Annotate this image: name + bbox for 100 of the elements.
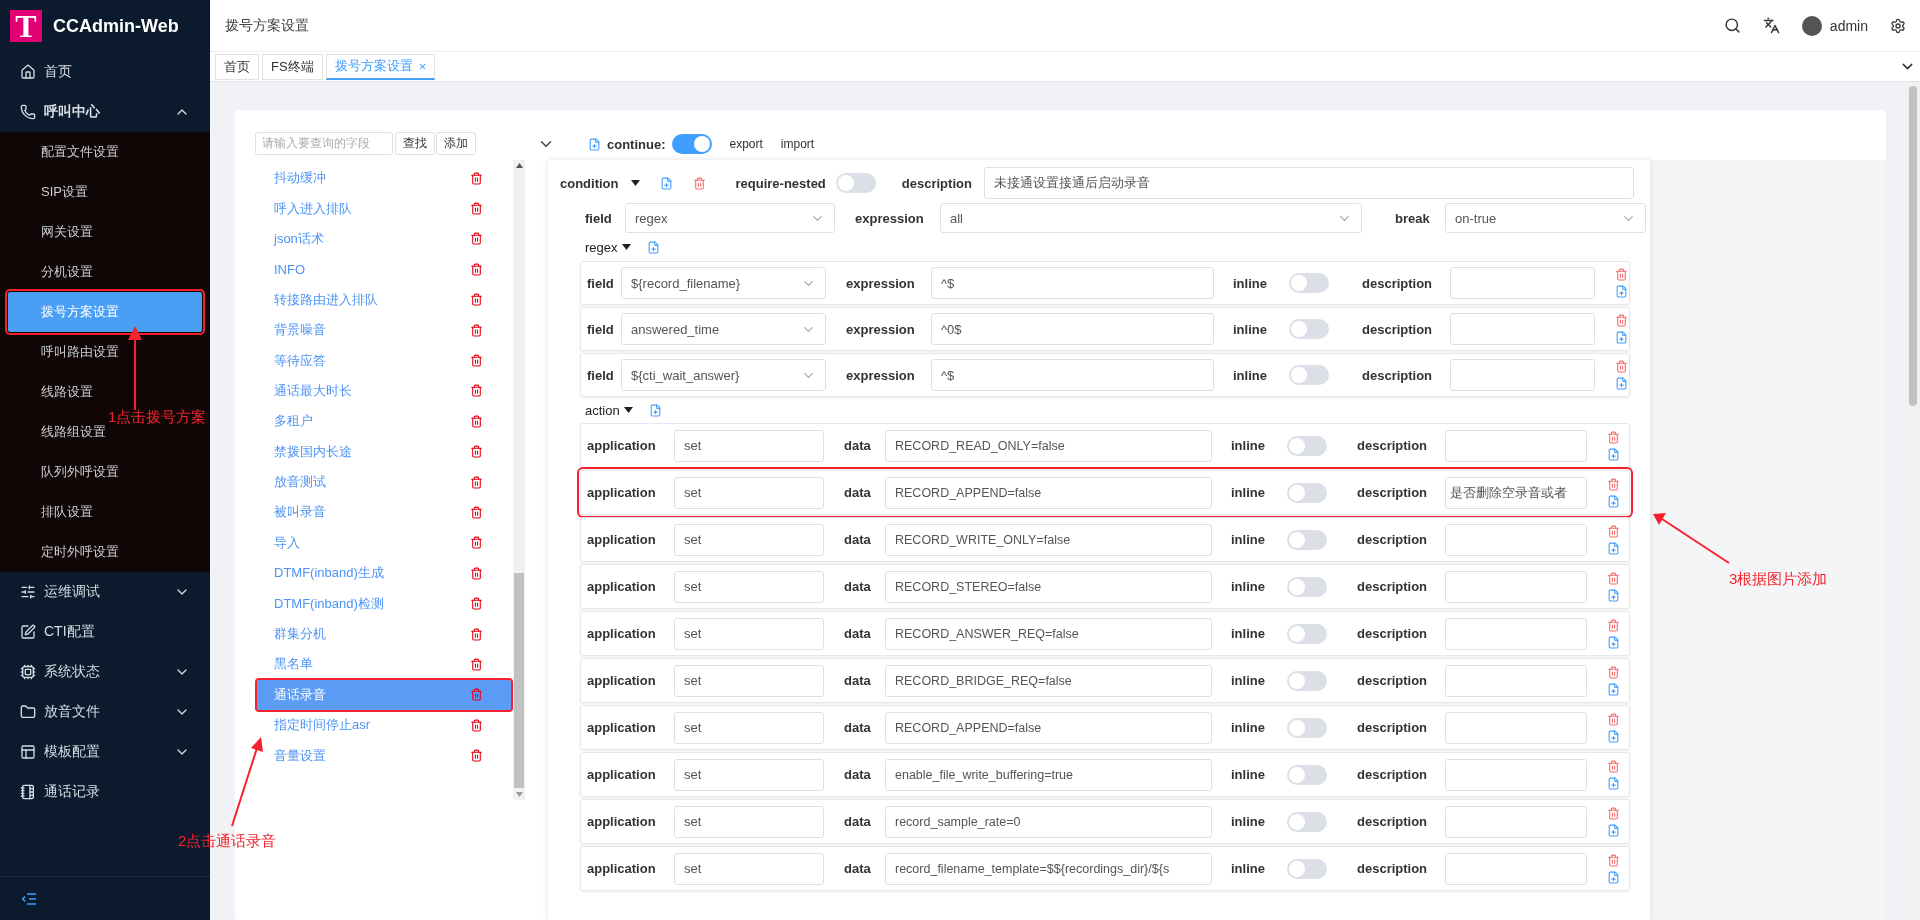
delete-icon[interactable] [470, 749, 483, 763]
caret-icon[interactable] [630, 180, 640, 186]
tab[interactable]: FS终端 [262, 53, 323, 80]
text-field[interactable]: record_filename_template=$${recordings_dir}/${s [885, 852, 1212, 885]
delete-icon[interactable] [1607, 430, 1620, 444]
add-file-icon[interactable] [1615, 331, 1628, 344]
add-file-icon[interactable] [1607, 823, 1620, 837]
text-field[interactable] [1445, 429, 1587, 462]
add-file-icon[interactable] [648, 403, 662, 417]
text-field[interactable]: enable_file_write_buffering=true [885, 758, 1212, 791]
add-file-icon[interactable] [1607, 870, 1620, 884]
sidebar-item[interactable]: 放音文件 [0, 692, 210, 732]
toggle-switch[interactable] [1289, 365, 1329, 385]
text-field[interactable]: 未接通设置接通后启动录音 [983, 167, 1634, 199]
sidebar-subitem[interactable]: 定时外呼设置 [41, 543, 119, 561]
toggle-switch[interactable] [671, 134, 712, 154]
toolbar-button[interactable]: 添加 [436, 132, 476, 155]
toggle-switch[interactable] [1287, 717, 1327, 738]
delete-icon[interactable] [470, 232, 483, 246]
add-file-icon[interactable] [588, 137, 601, 151]
scroll-down-icon[interactable] [515, 792, 523, 797]
search-icon[interactable] [1723, 17, 1741, 34]
delete-icon[interactable] [1615, 268, 1628, 281]
delete-icon[interactable] [470, 566, 483, 580]
sidebar-subitem[interactable]: 网关设置 [41, 223, 93, 241]
delete-icon[interactable] [470, 414, 483, 428]
text-field[interactable] [1445, 617, 1587, 650]
translate-icon[interactable] [1762, 17, 1780, 34]
toggle-switch[interactable] [1289, 319, 1329, 339]
avatar[interactable] [1801, 15, 1822, 36]
text-field[interactable] [1450, 267, 1595, 299]
delete-icon[interactable] [470, 688, 483, 702]
tab[interactable]: 首页 [215, 53, 259, 80]
text-field[interactable] [1450, 313, 1595, 345]
sidebar-subitem[interactable]: 分机设置 [41, 263, 93, 281]
text-field[interactable]: RECORD_APPEND=false [885, 476, 1212, 509]
text-field[interactable] [1445, 570, 1587, 603]
add-file-icon[interactable] [1607, 494, 1620, 508]
text-field[interactable]: set [674, 664, 824, 697]
text-field[interactable]: set [674, 805, 824, 838]
delete-icon[interactable] [1607, 477, 1620, 491]
toolbar-button[interactable]: 查找 [395, 132, 435, 155]
select-field[interactable]: answered_time [621, 313, 826, 345]
sidebar-item[interactable]: 运维调试 [0, 572, 210, 612]
add-file-icon[interactable] [1607, 541, 1620, 555]
toggle-switch[interactable] [1289, 273, 1329, 293]
text-field[interactable]: ^$ [931, 267, 1214, 299]
text-field[interactable]: 是否删除空录音或者 [1445, 476, 1587, 509]
add-file-icon[interactable] [1607, 776, 1620, 790]
text-field[interactable]: ^0$ [931, 313, 1214, 345]
text-field[interactable] [1445, 805, 1587, 838]
text-field[interactable]: set [674, 711, 824, 744]
delete-icon[interactable] [470, 202, 483, 216]
delete-icon[interactable] [470, 536, 483, 550]
text-field[interactable]: set [674, 476, 824, 509]
delete-icon[interactable] [1607, 524, 1620, 538]
add-file-icon[interactable] [1607, 447, 1620, 461]
sidebar-item[interactable]: 首页 [0, 52, 210, 92]
add-file-icon[interactable] [1607, 682, 1620, 696]
text-field[interactable] [1450, 359, 1595, 391]
text-field[interactable]: RECORD_BRIDGE_REQ=false [885, 664, 1212, 697]
toggle-switch[interactable] [1287, 858, 1327, 879]
text-field[interactable]: ^$ [931, 359, 1214, 391]
text-field[interactable] [1445, 758, 1587, 791]
delete-icon[interactable] [692, 176, 706, 190]
settings-icon[interactable] [1890, 17, 1906, 34]
text-field[interactable]: set [674, 758, 824, 791]
select-field[interactable]: regex [625, 203, 835, 233]
delete-icon[interactable] [1607, 712, 1620, 726]
delete-icon[interactable] [1607, 571, 1620, 585]
select-field[interactable]: ${cti_wait_answer} [621, 359, 826, 391]
delete-icon[interactable] [470, 506, 483, 519]
text-field[interactable]: set [674, 570, 824, 603]
add-file-icon[interactable] [1607, 635, 1620, 649]
delete-icon[interactable] [470, 657, 483, 671]
sidebar-subitem[interactable]: 队列外呼设置 [41, 463, 119, 481]
select-field[interactable]: on-true [1445, 203, 1646, 233]
text-field[interactable]: RECORD_ANSWER_REQ=false [885, 617, 1212, 650]
sidebar-subitem[interactable]: 线路组设置 [41, 423, 106, 441]
text-field[interactable]: RECORD_APPEND=false [885, 711, 1212, 744]
text-field[interactable]: set [674, 523, 824, 556]
delete-icon[interactable] [470, 262, 483, 276]
delete-icon[interactable] [1607, 853, 1620, 867]
toggle-switch[interactable] [1287, 435, 1327, 456]
delete-icon[interactable] [1615, 360, 1628, 373]
sidebar-item[interactable]: 系统状态 [0, 652, 210, 692]
delete-icon[interactable] [470, 475, 483, 489]
sidebar-item[interactable]: 呼叫中心 [0, 92, 210, 132]
delete-icon[interactable] [470, 718, 483, 732]
text-field[interactable] [1445, 523, 1587, 556]
sidebar-subitem[interactable]: SIP设置 [41, 183, 88, 201]
toggle-switch[interactable] [1287, 529, 1327, 550]
text-field[interactable] [1445, 852, 1587, 885]
add-file-icon[interactable] [1615, 285, 1628, 298]
delete-icon[interactable] [1607, 806, 1620, 820]
select-field[interactable]: ${record_filename} [621, 267, 826, 299]
select-field[interactable]: all [940, 203, 1362, 233]
delete-icon[interactable] [470, 354, 483, 368]
toggle-switch[interactable] [1287, 764, 1327, 785]
sidebar-item[interactable]: 模板配置 [0, 732, 210, 772]
